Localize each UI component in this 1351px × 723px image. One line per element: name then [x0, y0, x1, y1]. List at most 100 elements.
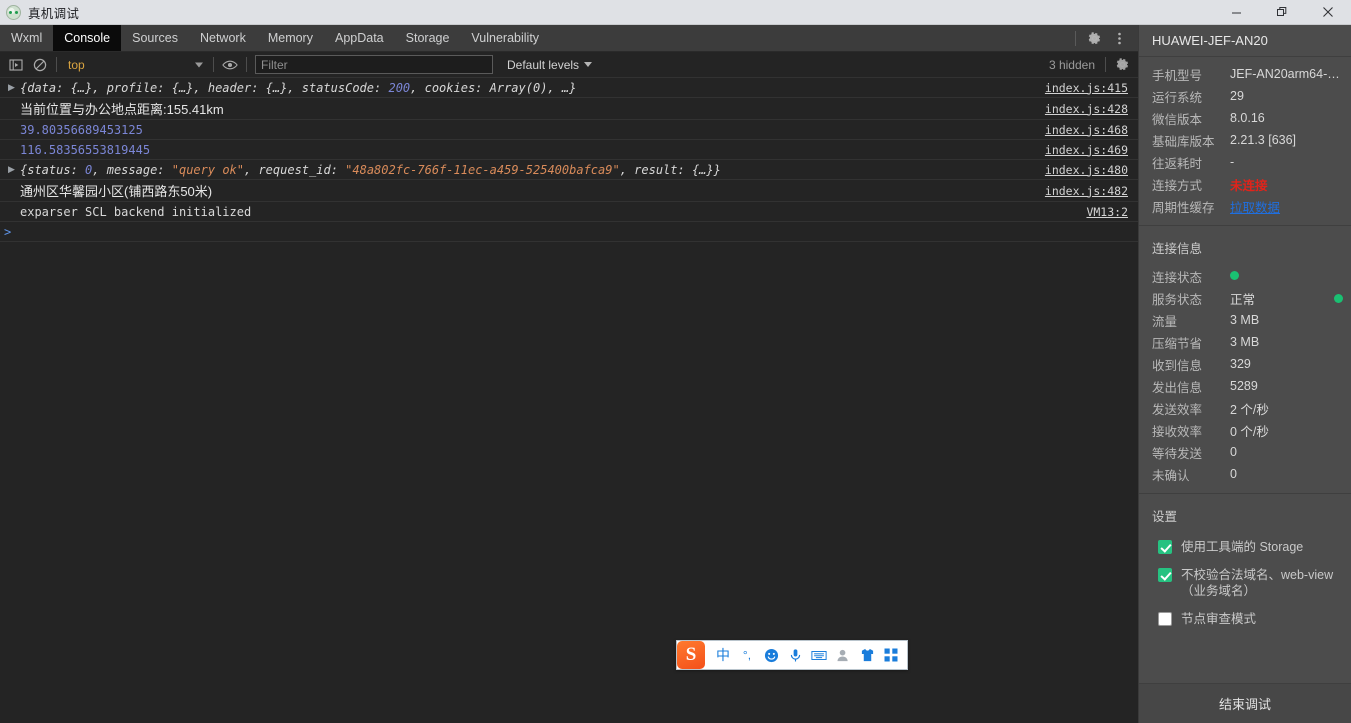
punctuation-mode-icon[interactable]: °, [735, 642, 759, 668]
maximize-button[interactable] [1259, 0, 1305, 25]
checkbox-unchecked-icon[interactable] [1158, 612, 1172, 626]
console-log-row[interactable]: ▶通州区华馨园小区(铺西路东50米)index.js:482 [0, 180, 1138, 202]
connection-info-row: 流量 3 MB [1139, 309, 1351, 331]
console-log-row[interactable]: ▶39.80356689453125index.js:468 [0, 120, 1138, 140]
tab-network[interactable]: Network [189, 25, 257, 51]
skin-theme-icon[interactable] [855, 642, 879, 668]
console-log-row[interactable]: ▶exparser SCL backend initializedVM13:2 [0, 202, 1138, 222]
console-log-text: 39.80356689453125 [20, 122, 143, 137]
console-sidebar-toggle-icon[interactable] [4, 54, 28, 76]
minimize-button[interactable] [1213, 0, 1259, 25]
connection-info-label: 压缩节省 [1152, 336, 1203, 351]
console-message-list[interactable]: ▶ {data: {…}, profile: {…}, header: {…}, … [0, 78, 1138, 723]
console-prompt-row[interactable]: > [0, 222, 1138, 242]
connection-info-section: 连接信息 连接状态 服务状态 正常 流量 3 MB 压缩节省 3 MB 收到信息 329 发出信息… [1139, 226, 1351, 494]
sogou-ime-logo: S [677, 641, 705, 669]
user-account-icon[interactable] [831, 642, 855, 668]
connection-info-row: 未确认 0 [1139, 463, 1351, 485]
tab-console[interactable]: Console [53, 25, 122, 51]
console-filter-input[interactable] [255, 55, 493, 74]
connection-info-value: 2 个/秒 [1230, 402, 1269, 417]
checkbox-checked-icon[interactable] [1158, 540, 1172, 554]
console-source-link[interactable]: index.js:415 [1045, 81, 1138, 95]
prompt-caret: > [4, 224, 12, 239]
close-button[interactable] [1305, 0, 1351, 25]
connection-info-label: 流量 [1152, 314, 1178, 329]
console-toolbar: top Default levels 3 hidden [0, 52, 1138, 78]
expand-arrow-icon[interactable]: ▶ [8, 165, 18, 174]
device-info-label: 往返耗时 [1152, 156, 1203, 171]
console-log-row[interactable]: ▶ {status: 0, message: "query ok", reques… [0, 160, 1138, 180]
device-info-label: 微信版本 [1152, 112, 1203, 127]
device-info-row: 周期性缓存 拉取数据 [1139, 195, 1351, 217]
console-source-link[interactable]: index.js:482 [1045, 184, 1138, 198]
device-panel-scroll[interactable]: 手机型号 JEF-AN20arm64-… 运行系统 29 微信版本 8.0.16 基础库版本… [1139, 57, 1351, 683]
checkbox-checked-icon[interactable] [1158, 568, 1172, 582]
end-debug-button[interactable]: 结束调试 [1139, 683, 1351, 723]
tab-vulnerability[interactable]: Vulnerability [460, 25, 550, 51]
sogou-ime-toolbar[interactable]: S 中 °, [676, 640, 908, 670]
tab-storage[interactable]: Storage [395, 25, 461, 51]
connection-info-value: 3 MB [1230, 313, 1260, 327]
console-source-link[interactable]: index.js:469 [1045, 143, 1138, 157]
device-info-row: 往返耗时 - [1139, 151, 1351, 173]
expand-arrow-icon[interactable]: ▶ [8, 83, 18, 92]
voice-input-icon[interactable] [783, 642, 807, 668]
tab-wxml[interactable]: Wxml [0, 25, 53, 51]
console-settings-gear-icon[interactable] [1110, 54, 1134, 76]
console-log-row[interactable]: ▶当前位置与办公地点距离:155.41kmindex.js:428 [0, 98, 1138, 120]
hidden-messages-count: 3 hidden [1048, 57, 1095, 72]
connection-info-label: 连接状态 [1152, 270, 1203, 285]
device-info-row: 微信版本 8.0.16 [1139, 107, 1351, 129]
setting-label: 节点审查模式 [1181, 612, 1257, 626]
gear-icon[interactable] [1082, 26, 1107, 51]
console-log-text: {data: {…}, profile: {…}, header: {…}, s… [20, 80, 577, 95]
connection-info-label: 接收效率 [1152, 424, 1203, 439]
devtools-tabstrip: Wxml Console Sources Network Memory AppD… [0, 25, 1138, 52]
connection-info-title: 连接信息 [1152, 242, 1203, 256]
device-info-value: - [1230, 155, 1235, 169]
console-log-row[interactable]: ▶ {data: {…}, profile: {…}, header: {…}, … [0, 78, 1138, 98]
divider [1075, 30, 1076, 46]
log-levels-dropdown[interactable]: Default levels [503, 55, 596, 75]
soft-keyboard-icon[interactable] [807, 642, 831, 668]
toolbox-icon[interactable] [879, 642, 903, 668]
console-log-text: 116.58356553819445 [20, 142, 151, 157]
connection-info-label: 服务状态 [1152, 292, 1203, 307]
tabstrip-actions [1069, 25, 1138, 51]
console-source-link[interactable]: index.js:480 [1045, 163, 1138, 177]
tab-sources[interactable]: Sources [121, 25, 189, 51]
tab-memory[interactable]: Memory [257, 25, 324, 51]
more-options-icon[interactable] [1107, 26, 1132, 51]
console-source-link[interactable]: VM13:2 [1086, 205, 1138, 219]
setting-checkbox-row[interactable]: 不校验合法域名、web-view（业务域名） [1139, 561, 1351, 605]
execution-context-select[interactable]: top [61, 55, 209, 75]
devtools-pane: Wxml Console Sources Network Memory AppD… [0, 25, 1138, 723]
connection-info-label: 未确认 [1152, 468, 1190, 483]
console-log-row[interactable]: ▶116.58356553819445index.js:469 [0, 140, 1138, 160]
emoji-icon[interactable] [759, 642, 783, 668]
divider [213, 57, 214, 72]
device-info-value: 2.21.3 [636] [1230, 133, 1297, 147]
clear-console-icon[interactable] [28, 54, 52, 76]
eye-icon[interactable] [218, 54, 242, 76]
language-mode-icon[interactable]: 中 [711, 642, 735, 668]
connection-info-label: 发出信息 [1152, 380, 1203, 395]
connection-info-value: 0 [1230, 467, 1237, 481]
setting-checkbox-row[interactable]: 节点审查模式 [1139, 605, 1351, 633]
device-info-section: 手机型号 JEF-AN20arm64-… 运行系统 29 微信版本 8.0.16 基础库版本… [1139, 57, 1351, 226]
device-info-value[interactable]: 拉取数据 [1230, 197, 1343, 216]
divider [56, 57, 57, 72]
wechat-devtools-icon [6, 4, 21, 20]
device-info-panel: HUAWEI-JEF-AN20 手机型号 JEF-AN20arm64-… 运行系统 2… [1138, 25, 1351, 723]
device-info-label: 手机型号 [1152, 68, 1203, 83]
device-name-header: HUAWEI-JEF-AN20 [1139, 25, 1351, 57]
execution-context-value: top [68, 57, 85, 72]
tab-appdata[interactable]: AppData [324, 25, 395, 51]
connection-info-label: 发送效率 [1152, 402, 1203, 417]
setting-checkbox-row[interactable]: 使用工具端的 Storage [1139, 533, 1351, 561]
console-source-link[interactable]: index.js:468 [1045, 123, 1138, 137]
settings-section: 设置 使用工具端的 Storage 不校验合法域名、web-view（业务域名） 节… [1139, 494, 1351, 641]
console-source-link[interactable]: index.js:428 [1045, 102, 1138, 116]
connection-info-value: 3 MB [1230, 335, 1260, 349]
